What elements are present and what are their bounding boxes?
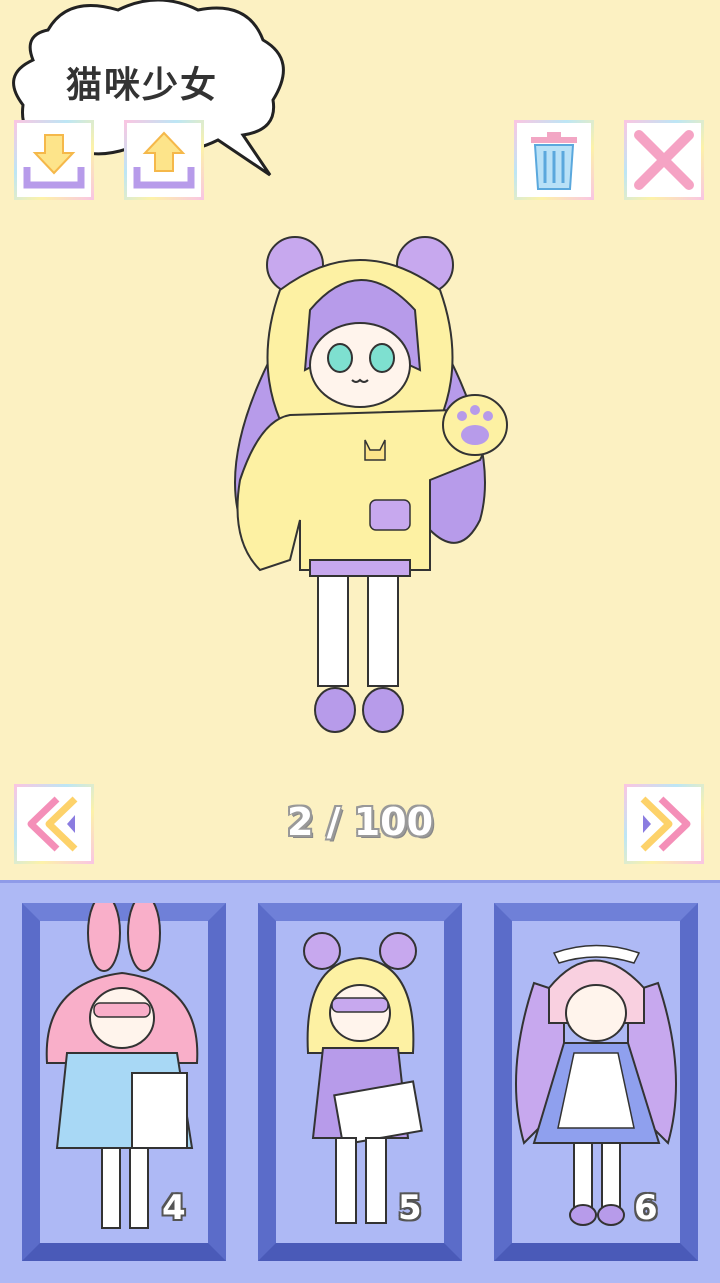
outfit-slot-5[interactable]: 5 <box>258 903 462 1261</box>
page-counter: 2 / 100 <box>286 800 434 844</box>
slot-number: 6 <box>634 1188 658 1228</box>
slot-number: 4 <box>162 1188 186 1228</box>
previous-button[interactable] <box>14 784 94 864</box>
bunny-hood-girl-thumbnail <box>45 903 199 1229</box>
upload-button[interactable] <box>124 120 204 200</box>
download-icon <box>23 134 85 189</box>
outfit-slot-6[interactable]: 6 <box>494 903 698 1261</box>
upload-icon <box>133 131 195 189</box>
saved-outfits-tray: 4 5 6 <box>0 880 720 1283</box>
trash-icon <box>531 132 577 190</box>
outfit-name[interactable]: 猫咪少女 <box>66 56 218 108</box>
download-button[interactable] <box>14 120 94 200</box>
bear-hood-girl-thumbnail <box>303 932 423 1224</box>
close-button[interactable] <box>624 120 704 200</box>
next-button[interactable] <box>624 784 704 864</box>
outfit-slot-4[interactable]: 4 <box>22 903 226 1261</box>
main-character-illustration <box>234 236 508 733</box>
double-chevron-right-icon <box>640 796 691 852</box>
delete-button[interactable] <box>514 120 594 200</box>
maid-girl-thumbnail <box>515 944 677 1226</box>
close-icon <box>634 130 694 190</box>
double-chevron-left-icon <box>27 796 78 852</box>
slot-number: 5 <box>398 1188 422 1228</box>
